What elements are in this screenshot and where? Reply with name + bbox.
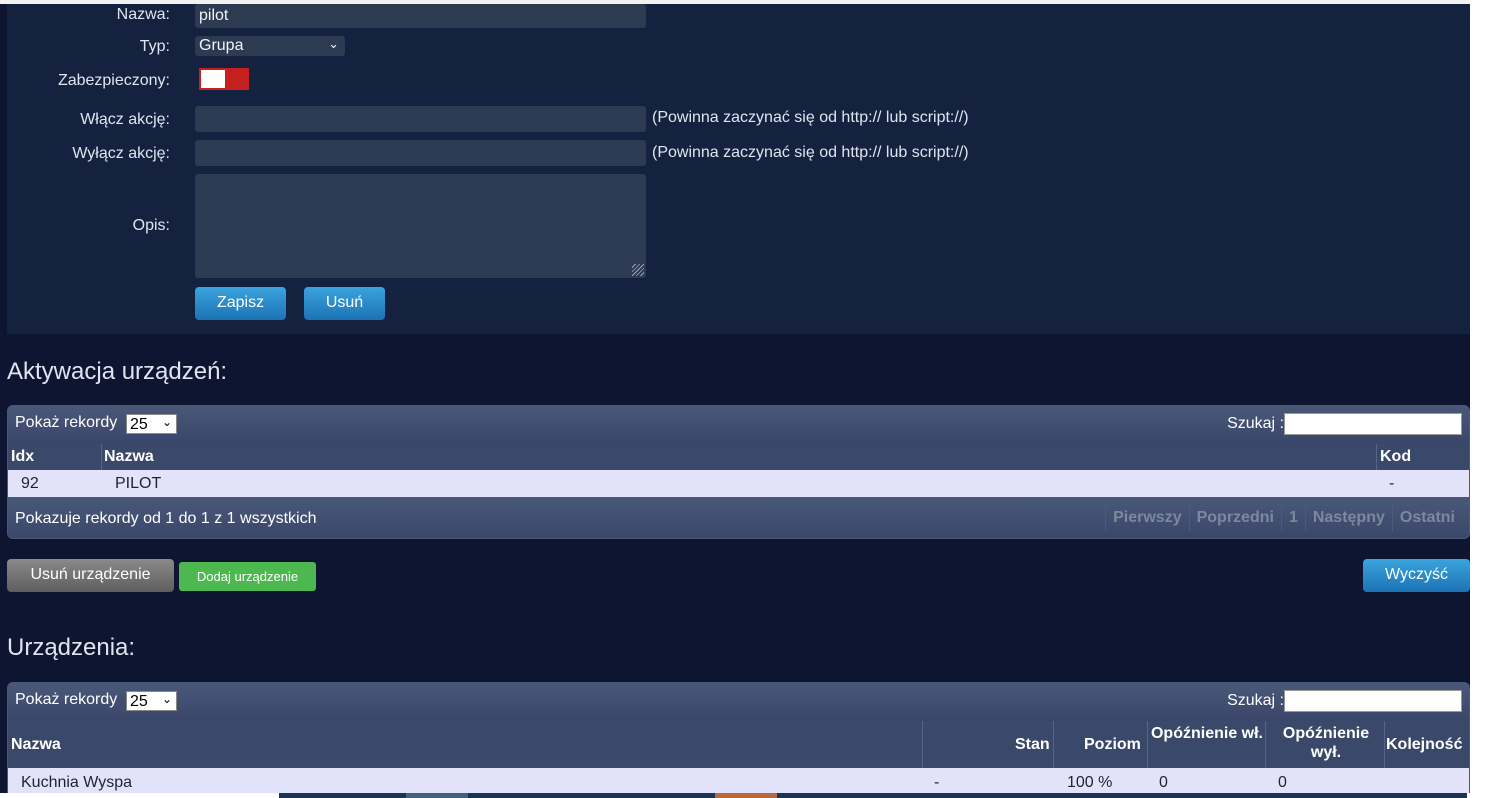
off-action-input[interactable] (195, 140, 646, 166)
devices-table: Pokaż rekordy 25 ⌄ Szukaj : Nazwa Stan P… (7, 682, 1470, 798)
type-select-value: Grupa (199, 37, 244, 54)
column-divider (1384, 721, 1385, 768)
column-header-code[interactable]: Kod (1380, 448, 1411, 466)
devices-show-label: Pokaż rekordy (15, 691, 118, 708)
pager-prev[interactable]: Poprzedni (1188, 505, 1281, 531)
row-level: 100 % (1067, 774, 1113, 791)
activation-search-label: Szukaj : (1227, 415, 1284, 432)
description-label: Opis: (132, 217, 170, 234)
off-action-label: Wyłącz akcję: (72, 145, 170, 162)
activation-table: Pokaż rekordy 25 ⌄ Szukaj : Idx Nazwa Ko… (7, 405, 1470, 539)
row-state: - (934, 774, 940, 791)
secured-toggle[interactable] (199, 68, 249, 90)
on-action-hint: (Powinna zaczynać się od http:// lub scr… (652, 109, 969, 126)
window-right-edge (1470, 0, 1487, 798)
row-delay-off: 0 (1278, 774, 1287, 791)
column-divider (1265, 721, 1266, 768)
chevron-down-icon: ⌄ (161, 692, 172, 706)
on-action-label: Włącz akcję: (80, 111, 170, 128)
type-label: Typ: (139, 38, 170, 55)
resize-grip-icon[interactable] (632, 264, 644, 276)
devices-search-input[interactable] (1284, 690, 1462, 712)
activation-header-row: Idx Nazwa Kod (8, 444, 1469, 470)
activation-table-footer: Pokazuje rekordy od 1 do 1 z 1 wszystkic… (8, 497, 1469, 538)
column-divider (1147, 721, 1148, 768)
activation-page-size-value: 25 (130, 416, 148, 433)
chevron-down-icon: ⌄ (328, 36, 339, 51)
on-action-input[interactable] (195, 106, 646, 132)
column-divider (101, 444, 102, 470)
devices-search-label: Szukaj : (1227, 692, 1284, 709)
off-action-hint: (Powinna zaczynać się od http:// lub scr… (652, 144, 969, 161)
save-button[interactable]: Zapisz (195, 287, 286, 320)
name-input[interactable]: pilot (195, 4, 646, 28)
activation-show-label: Pokaż rekordy (15, 414, 118, 431)
row-name: Kuchnia Wyspa (21, 774, 133, 791)
add-device-button[interactable]: Dodaj urządzenie (179, 562, 316, 591)
activation-info: Pokazuje rekordy od 1 do 1 z 1 wszystkic… (15, 510, 317, 527)
column-header-idx[interactable]: Idx (11, 448, 34, 466)
name-label: Nazwa: (116, 6, 170, 23)
pager-first[interactable]: Pierwszy (1105, 505, 1188, 531)
column-header-order[interactable]: Kolejność (1386, 736, 1462, 754)
column-divider (1376, 444, 1377, 470)
column-divider (922, 721, 923, 768)
activation-pager: Pierwszy Poprzedni 1 Następny Ostatni (1105, 505, 1462, 531)
devices-page-size-value: 25 (130, 693, 148, 710)
column-header-state[interactable]: Stan (1015, 736, 1050, 754)
column-header-name[interactable]: Nazwa (11, 736, 61, 754)
column-header-delay-off[interactable]: Opóźnienie wył. (1268, 724, 1384, 762)
column-divider (1053, 721, 1054, 768)
type-select[interactable]: Grupa ⌄ (195, 36, 345, 56)
toggle-knob (201, 70, 225, 88)
column-header-delay-on[interactable]: Opóźnienie wł. (1149, 724, 1265, 743)
activation-search-input[interactable] (1284, 413, 1462, 435)
activation-page-size-select[interactable]: 25 ⌄ (126, 414, 177, 434)
column-header-name[interactable]: Nazwa (104, 448, 154, 466)
chevron-down-icon: ⌄ (161, 415, 172, 429)
devices-header-row: Nazwa Stan Poziom Opóźnienie wł. Opóźnie… (8, 721, 1469, 768)
row-name: PILOT (115, 475, 162, 492)
window-bottom-edge (0, 793, 1487, 798)
pager-last[interactable]: Ostatni (1391, 505, 1462, 531)
description-textarea[interactable] (195, 174, 646, 278)
secured-label: Zabezpieczony: (57, 72, 170, 89)
column-header-level[interactable]: Poziom (1084, 736, 1141, 754)
devices-page-size-select[interactable]: 25 ⌄ (126, 691, 177, 711)
devices-section-title: Urządzenia: (7, 634, 136, 661)
pager-next[interactable]: Następny (1304, 505, 1392, 531)
table-row[interactable]: 92 PILOT - (8, 470, 1469, 497)
remove-device-button[interactable]: Usuń urządzenie (7, 559, 174, 592)
row-delay-on: 0 (1159, 774, 1168, 791)
row-idx: 92 (21, 475, 39, 492)
row-code: - (1389, 475, 1395, 492)
delete-button[interactable]: Usuń (304, 287, 385, 320)
pager-page[interactable]: 1 (1280, 505, 1305, 531)
clear-button[interactable]: Wyczyść (1363, 559, 1470, 592)
activation-section-title: Aktywacja urządzeń: (7, 358, 228, 385)
